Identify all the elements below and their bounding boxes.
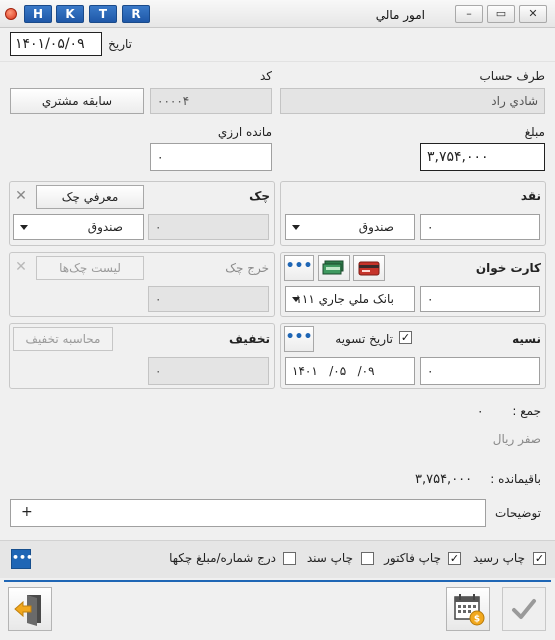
payment-schedule-button[interactable]: $ [446, 587, 490, 631]
print-receipt-checkbox[interactable]: ✓ [533, 552, 546, 565]
party-label: طرف حساب [479, 69, 545, 83]
date-label: تاريخ [108, 37, 132, 51]
amount-input[interactable]: ۳,۷۵۴,۰۰۰ [420, 143, 545, 171]
cheque-amount-field: ۰ [148, 214, 269, 240]
options-bar [0, 540, 555, 578]
sum-label: جمع : [512, 404, 541, 418]
print-invoice-label[interactable]: چاپ فاکتور [384, 551, 441, 565]
header-divider [0, 61, 555, 62]
remaining-value: ۳,۷۵۴,۰۰۰ [415, 472, 473, 487]
notes-input[interactable] [10, 499, 486, 527]
print-voucher-checkbox[interactable] [361, 552, 374, 565]
accent-divider [4, 580, 551, 582]
hotkey-r-button[interactable]: R [122, 5, 150, 23]
date-input[interactable]: ۱۴۰۱/۰۵/۰۹ [10, 32, 102, 56]
cash-amount-input[interactable]: ۰ [420, 214, 540, 240]
cheque-account-value: صندوق [87, 220, 123, 234]
insert-cheque-checkbox[interactable] [283, 552, 296, 565]
notes-label: توضيحات [494, 506, 541, 520]
settle-date-input[interactable]: ۱۴۰۱ /۰۵ /۰۹ [285, 357, 415, 385]
window-title: امور مالي [375, 8, 425, 22]
card-account-select[interactable]: بانک ملي جاري ۱۱۱ [285, 286, 415, 312]
credit-more-button[interactable]: ••• [284, 326, 314, 352]
sum-value: ۰ [477, 404, 484, 418]
cheque-account-select[interactable]: صندوق [13, 214, 144, 240]
chevron-down-icon [292, 225, 300, 230]
app-icon [5, 8, 17, 20]
add-note-icon[interactable]: + [21, 504, 33, 520]
amount-label: مبلغ [524, 125, 545, 139]
fx-balance-label: مانده ارزي [217, 125, 272, 139]
exit-button[interactable] [8, 587, 52, 631]
cheque-label: چک [249, 189, 270, 203]
chevron-down-icon [292, 297, 300, 302]
party-field[interactable]: شادي راد [280, 88, 545, 114]
hotkey-h-button[interactable]: H [24, 5, 52, 23]
exit-icon [14, 595, 41, 626]
card-account-value: بانک ملي جاري ۱۱۱ [295, 292, 394, 306]
code-label: کد [259, 69, 272, 83]
minimize-button[interactable]: – [455, 5, 483, 23]
hotkey-t-button[interactable]: T [89, 5, 117, 23]
spend-cheque-amount-field: ۰ [148, 286, 269, 312]
hotkey-k-button[interactable]: K [56, 5, 84, 23]
cheque-intro-button[interactable]: معرفي چک [36, 185, 144, 209]
credit-amount-input[interactable]: ۰ [420, 357, 540, 385]
print-receipt-label[interactable]: چاپ رسيد [473, 551, 525, 565]
spend-cheque-label: خرج چک [225, 261, 269, 275]
restore-button[interactable]: ▭ [487, 5, 515, 23]
print-voucher-label[interactable]: چاپ سند [307, 551, 353, 565]
card-pos-icon[interactable] [353, 255, 385, 281]
settle-date-checkbox[interactable]: ✓ [399, 331, 412, 344]
print-invoice-checkbox[interactable]: ✓ [448, 552, 461, 565]
checkmark-icon [512, 599, 536, 619]
cheque-close-icon[interactable]: ✕ [12, 187, 30, 205]
calc-discount-button[interactable]: محاسبه تخفيف [13, 327, 113, 351]
remaining-label: باقيمانده : [490, 472, 541, 486]
title-bar: H K T R امور مالي – ▭ ✕ [0, 0, 555, 28]
cash-label: نقد [520, 189, 541, 203]
options-more-button[interactable]: ••• [11, 549, 33, 569]
customer-history-button[interactable]: سابقه مشتري [10, 88, 144, 114]
card-amount-input[interactable]: ۰ [420, 286, 540, 312]
spend-cheque-close-icon[interactable]: ✕ [12, 258, 30, 276]
card-more-button[interactable]: ••• [284, 255, 314, 281]
card-reader-label: کارت خوان [475, 261, 541, 275]
fx-balance-field[interactable]: ۰ [150, 143, 272, 171]
cash-account-select[interactable]: صندوق [285, 214, 415, 240]
settle-date-label: تاريخ تسويه [335, 332, 393, 346]
chevron-down-icon [20, 225, 28, 230]
close-window-button[interactable]: ✕ [519, 5, 547, 23]
confirm-button[interactable] [502, 587, 546, 631]
cheque-list-button[interactable]: ليست چک‌ها [36, 256, 144, 280]
code-field: ۰۰۰۰۴ [150, 88, 272, 114]
credit-label: نسيه [512, 332, 541, 346]
card-cash-icon[interactable] [318, 255, 350, 281]
svg-text:$: $ [474, 615, 480, 625]
sum-in-words: صفر ريال [492, 432, 541, 446]
discount-label: تخفيف [229, 332, 270, 346]
calendar-icon: $ [454, 594, 485, 626]
discount-amount-field: ۰ [148, 357, 269, 385]
cash-account-value: صندوق [358, 220, 394, 234]
insert-cheque-label[interactable]: درج شماره/مبلغ چکها [169, 551, 276, 565]
